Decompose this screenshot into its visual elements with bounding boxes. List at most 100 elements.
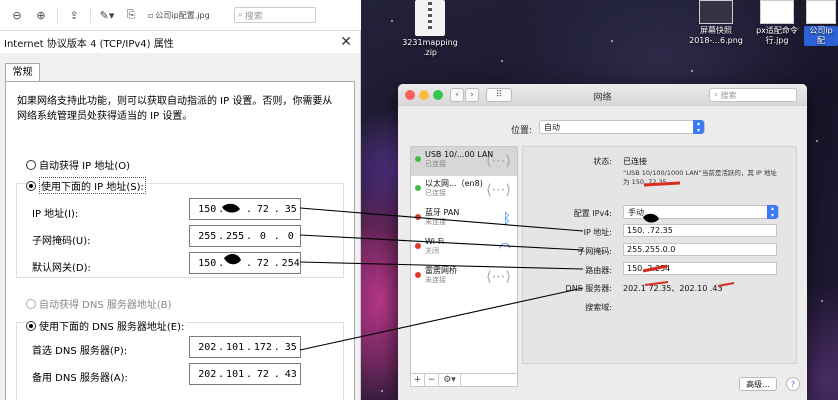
status-label: 状态: [593, 157, 612, 166]
zoom-in-button[interactable]: ⊕ [30, 6, 52, 24]
add-service-button[interactable]: + [411, 374, 425, 386]
alternate-dns-field[interactable]: 202. 101. 72. 43 [189, 363, 301, 385]
ethernet-icon: ⟨⋯⟩ [486, 153, 511, 169]
status-dot-icon [415, 243, 421, 249]
ip-octet: 255 [226, 230, 245, 242]
ip-address-field[interactable]: 150. . 72. 35 [189, 198, 301, 220]
status-value: 已连接 [623, 157, 647, 166]
desktop-file-cmd[interactable]: px适配命令 行.jpg [752, 0, 802, 46]
subnet-mask-label: 子网掩码(U): [32, 236, 91, 247]
list-item[interactable]: Wi-Fi 关闭 ◠ [411, 234, 517, 263]
mac-router-label: 路由器: [585, 266, 612, 275]
screenshot-file-name: 屏幕快照 [700, 26, 732, 35]
gear-icon[interactable]: ⚙▾ [439, 374, 461, 386]
export-icon: ⎘ [126, 8, 136, 21]
list-item[interactable]: 雷雳网桥 未连接 ⟨⋯⟩ [411, 263, 517, 292]
location-value: 自动 [544, 122, 560, 132]
dns-group [16, 322, 344, 400]
search-domain-label: 搜索域: [585, 303, 612, 312]
mac-subnet-field[interactable]: 255.255.0.0 [623, 243, 777, 256]
close-icon[interactable]: ✕ [340, 34, 352, 50]
desktop-file-screenshot[interactable]: 屏幕快照 2018-...6.png [688, 0, 744, 46]
chevron-updown-icon: ▴ ▾ [767, 205, 778, 219]
ip-octet: 72 [256, 203, 269, 215]
ip-octet: 254 [281, 257, 300, 269]
ip-separator: . [245, 368, 252, 380]
list-item[interactable]: USB 10/...00 LAN 已连接 ⟨⋯⟩ [411, 147, 517, 176]
zoom-out-button[interactable]: ⊖ [6, 6, 28, 24]
preferred-dns-field[interactable]: 202. 101. 172. 35 [189, 336, 301, 358]
ip-separator: . [218, 368, 225, 380]
configure-ipv4-value: 手动 [628, 207, 644, 217]
radio-dot [26, 320, 36, 331]
ip-octet: 72 [256, 368, 269, 380]
toolbar-divider [90, 7, 91, 23]
dns-server-value: 202.1 72.35、202.10 .43 [623, 284, 723, 293]
status-dot-icon [415, 214, 421, 220]
status-description-1: “USB 10/100/1000 LAN”当前是活跃的，其 IP 地址 [623, 169, 777, 177]
ethernet-icon: ⟨⋯⟩ [486, 182, 511, 198]
ip-separator: . [245, 203, 252, 215]
ip-separator: . [245, 341, 252, 353]
alternate-dns-label: 备用 DNS 服务器(A): [32, 373, 128, 384]
dialog-description: 如果网络支持此功能，则可以获取自动指派的 IP 设置。否则，你需要从网络系统管理… [17, 96, 333, 122]
list-item[interactable]: 以太网...（en8) 已连接 ⟨⋯⟩ [411, 176, 517, 205]
location-select[interactable]: 自动 ▴ ▾ [539, 120, 705, 134]
ip-separator: . [218, 341, 225, 353]
ip-octet: 35 [284, 203, 297, 215]
ip-separator: . [273, 257, 280, 269]
mac-router-field[interactable]: 150. 2.254 [623, 262, 777, 275]
mac-router-value: 150. 2.254 [627, 264, 671, 273]
image-file-icon [806, 0, 836, 24]
ip-separator: . [218, 230, 225, 242]
radio-manual-dns[interactable]: 使用下面的 DNS 服务器地址(E): [26, 318, 187, 333]
desktop-file-company[interactable]: 公司ip配 [804, 0, 838, 46]
mac-titlebar: ‹ › ⠿ 网络 ⌕ 搜索 [398, 84, 807, 106]
ip-separator: . [273, 341, 280, 353]
radio-auto-ip-label: 自动获得 IP 地址(O) [39, 161, 131, 172]
zip-file-icon [415, 0, 445, 36]
zip-file-name: 3231mapping [402, 38, 458, 47]
bluetooth-icon: ᛒ [502, 211, 511, 227]
ip-separator: . [245, 230, 252, 242]
list-item[interactable]: 蓝牙 PAN 未连接 ᛒ [411, 205, 517, 234]
subnet-mask-field[interactable]: 255. 255. 0. 0 [189, 225, 301, 247]
status-dot-icon [415, 272, 421, 278]
prefs-search-input[interactable]: ⌕ 搜索 [709, 88, 797, 102]
radio-auto-ip[interactable]: 自动获得 IP 地址(O) [26, 157, 130, 172]
markup-button[interactable]: ✎▾ [96, 6, 118, 24]
radio-auto-dns-label: 自动获得 DNS 服务器地址(B) [39, 300, 172, 311]
search-icon: ⌕ [237, 10, 243, 20]
ip-octet: 202 [198, 341, 217, 353]
mac-ip-field[interactable]: 150. .72.35 [623, 224, 777, 237]
search-placeholder: 搜索 [720, 90, 737, 100]
ip-octet: 35 [284, 341, 297, 353]
photo-viewer-window: ⊖ ⊕ ⇪ ✎▾ ⎘ ▫ 公司ip配置.jpg ⌕ 搜索 Internet 协议… [0, 0, 361, 400]
pen-icon: ✎▾ [99, 8, 115, 22]
viewer-toolbar: ⊖ ⊕ ⇪ ✎▾ ⎘ ▫ 公司ip配置.jpg ⌕ 搜索 [0, 0, 361, 31]
mac-ip-label: IP 地址: [583, 228, 612, 237]
configure-ipv4-label: 配置 IPv4: [573, 209, 612, 218]
share-button[interactable]: ⇪ [63, 6, 85, 24]
location-label: 位置: [511, 126, 533, 136]
advanced-button[interactable]: 高级... [739, 377, 777, 391]
viewer-search-input[interactable]: ⌕ 搜索 [233, 7, 316, 23]
export-button[interactable]: ⎘ [120, 6, 142, 24]
tab-general[interactable]: 常规 [5, 63, 40, 81]
ip-octet: 202 [198, 368, 217, 380]
mac-subnet-label: 子网掩码: [577, 247, 612, 256]
ip-octet: 101 [226, 368, 245, 380]
service-list-footer: + − ⚙▾ [411, 373, 517, 386]
radio-manual-ip[interactable]: 使用下面的 IP 地址(S): [26, 177, 148, 194]
help-button[interactable]: ? [786, 377, 800, 391]
configure-ipv4-select[interactable]: 手动 ▴ ▾ [623, 205, 779, 219]
radio-manual-ip-label: 使用下面的 IP 地址(S): [39, 177, 146, 194]
remove-service-button[interactable]: − [425, 374, 439, 386]
gateway-label: 默认网关(D): [32, 263, 91, 274]
desktop-file-zip[interactable]: 3231mapping .zip [398, 0, 462, 58]
radio-dot [26, 298, 36, 309]
radio-auto-dns[interactable]: 自动获得 DNS 服务器地址(B) [26, 296, 172, 311]
gateway-field[interactable]: 150. . 72. 254 [189, 252, 301, 274]
preferred-dns-label: 首选 DNS 服务器(P): [32, 346, 128, 357]
search-icon: ⌕ [714, 90, 719, 99]
